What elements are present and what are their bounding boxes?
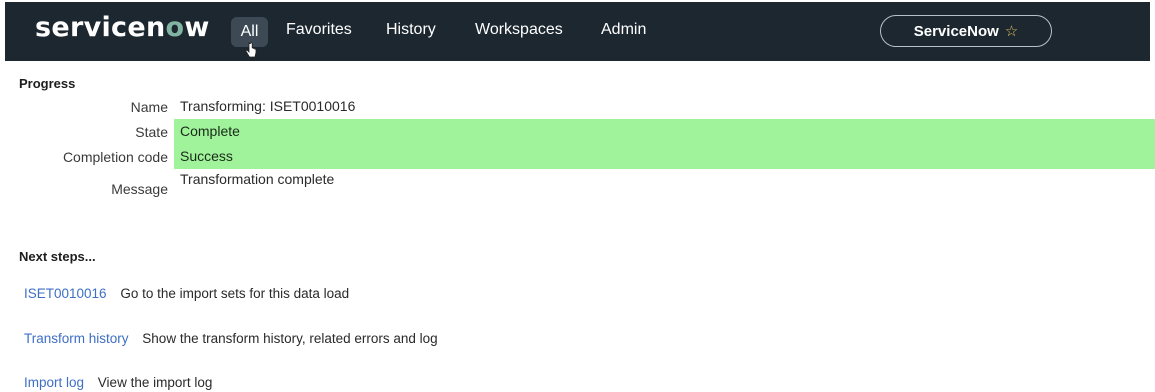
next-step-item: Import log View the import log — [24, 375, 212, 390]
nav-history[interactable]: History — [386, 21, 436, 39]
logo-text: servicenow — [35, 12, 210, 43]
nav-all-label: All — [240, 23, 259, 40]
message-row: Message Transformation complete — [5, 169, 1155, 199]
completion-code-label: Completion code — [62, 148, 168, 165]
page: servicenow All Favorites History Workspa… — [0, 2, 1155, 392]
nav-workspaces[interactable]: Workspaces — [475, 21, 563, 39]
completion-code-value: Success — [174, 144, 1155, 169]
state-row: State Complete — [5, 119, 1155, 144]
transform-history-link[interactable]: Transform history — [24, 331, 129, 346]
name-value: Transforming: ISET0010016 — [180, 98, 356, 114]
name-label: Name — [130, 98, 168, 115]
progress-heading: Progress — [19, 76, 76, 91]
instance-label: ServiceNow — [913, 22, 999, 40]
transform-history-description: Show the transform history, related erro… — [142, 331, 438, 346]
message-value: Transformation complete — [180, 171, 335, 187]
nav-favorites[interactable]: Favorites — [286, 21, 352, 39]
state-label: State — [135, 123, 168, 140]
import-log-description: View the import log — [97, 375, 213, 390]
progress-table: Name Transforming: ISET0010016 State Com… — [5, 94, 1155, 199]
name-row: Name Transforming: ISET0010016 — [5, 94, 1155, 119]
nav-all-button[interactable]: All — [231, 17, 268, 47]
message-label: Message — [111, 181, 168, 197]
top-navbar: servicenow All Favorites History Workspa… — [5, 2, 1150, 61]
completion-code-row: Completion code Success — [5, 144, 1155, 169]
next-step-item: Transform history Show the transform his… — [24, 331, 438, 346]
star-icon[interactable]: ☆ — [1005, 22, 1018, 40]
state-value: Complete — [174, 119, 1155, 144]
nav-admin[interactable]: Admin — [601, 21, 646, 39]
next-steps-heading: Next steps... — [19, 249, 96, 264]
instance-picker-button[interactable]: ServiceNow ☆ — [880, 15, 1052, 47]
servicenow-logo[interactable]: servicenow — [35, 12, 210, 43]
import-set-link[interactable]: ISET0010016 — [24, 286, 107, 301]
import-log-link[interactable]: Import log — [24, 375, 84, 390]
next-step-item: ISET0010016 Go to the import sets for th… — [24, 286, 349, 301]
import-set-description: Go to the import sets for this data load — [120, 286, 350, 301]
